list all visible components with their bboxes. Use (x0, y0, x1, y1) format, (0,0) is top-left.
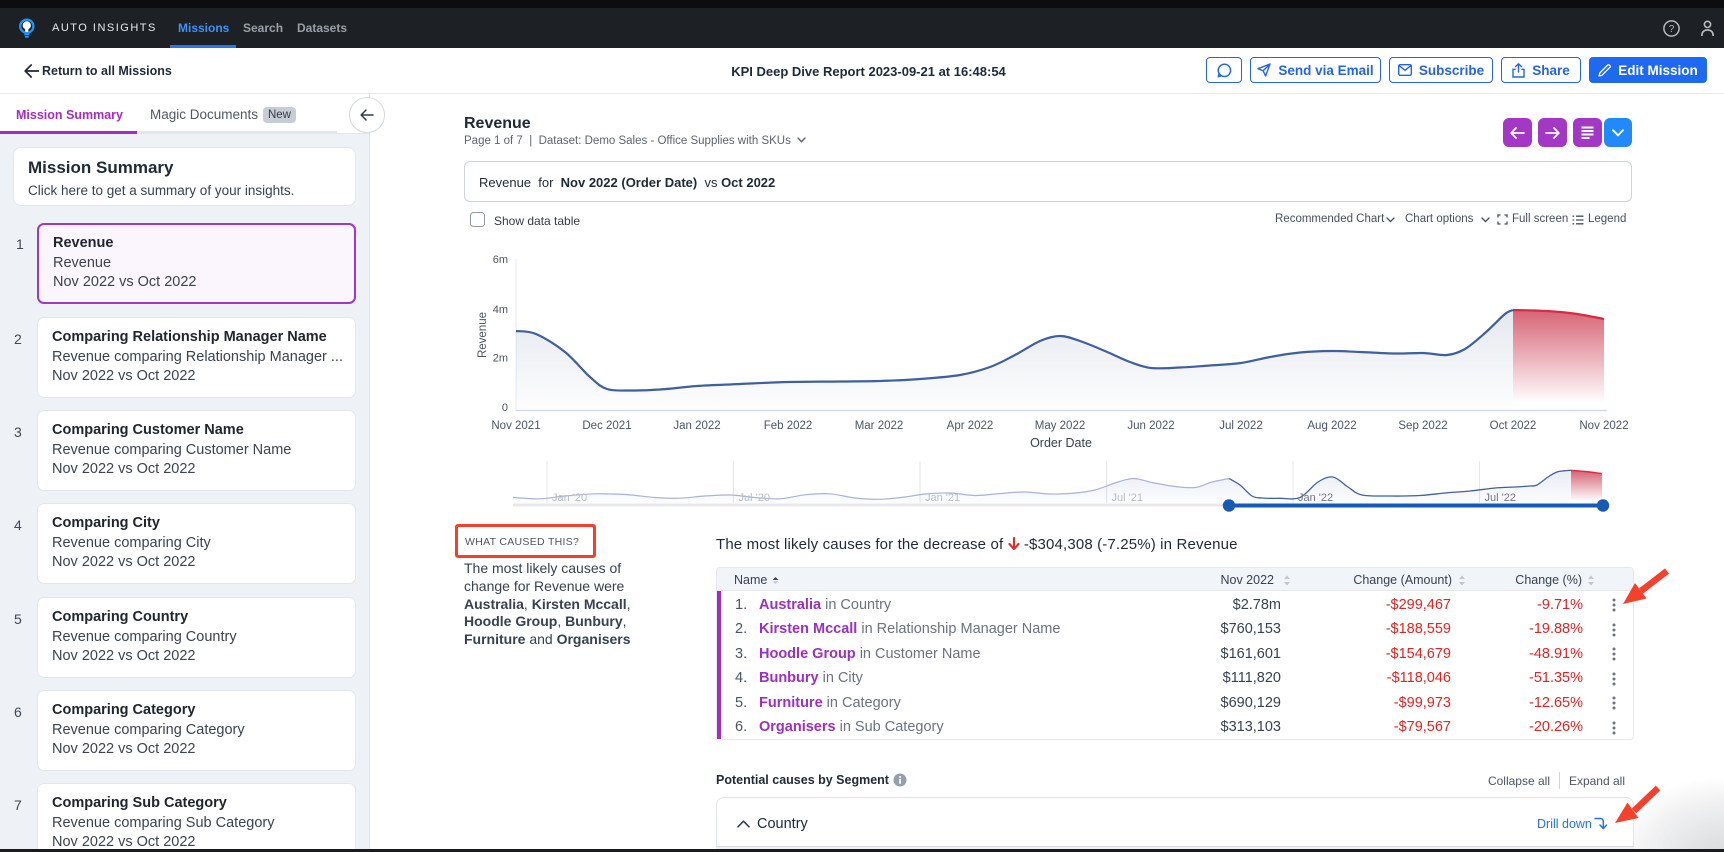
svg-text:4m: 4m (493, 304, 508, 316)
svg-text:Nov 2021: Nov 2021 (491, 420, 540, 432)
svg-text:Jan '22: Jan '22 (1298, 492, 1333, 504)
svg-text:Jul '20: Jul '20 (739, 492, 770, 504)
svg-text:Revenue: Revenue (477, 312, 489, 358)
svg-text:Dec 2021: Dec 2021 (582, 420, 631, 432)
svg-text:Jun 2022: Jun 2022 (1127, 420, 1174, 432)
svg-text:Nov 2022: Nov 2022 (1579, 420, 1628, 432)
svg-text:Aug 2022: Aug 2022 (1307, 420, 1356, 432)
svg-text:0: 0 (502, 402, 508, 414)
svg-text:Feb 2022: Feb 2022 (764, 420, 813, 432)
svg-text:Jan '20: Jan '20 (552, 492, 587, 504)
svg-text:Order Date: Order Date (1030, 436, 1092, 450)
svg-text:?: ? (1669, 24, 1675, 35)
svg-text:Mar 2022: Mar 2022 (855, 420, 904, 432)
svg-text:Jan 2022: Jan 2022 (673, 420, 720, 432)
svg-text:Apr 2022: Apr 2022 (947, 420, 994, 432)
svg-text:Oct 2022: Oct 2022 (1490, 420, 1537, 432)
svg-text:Sep 2022: Sep 2022 (1398, 420, 1447, 432)
svg-text:2m: 2m (493, 353, 508, 365)
svg-text:Jan '21: Jan '21 (925, 492, 960, 504)
svg-text:Jul 2022: Jul 2022 (1219, 420, 1262, 432)
svg-text:May 2022: May 2022 (1035, 420, 1086, 432)
svg-text:Jul '22: Jul '22 (1485, 492, 1516, 504)
svg-text:Jul '21: Jul '21 (1112, 492, 1143, 504)
svg-text:6m: 6m (493, 254, 508, 266)
